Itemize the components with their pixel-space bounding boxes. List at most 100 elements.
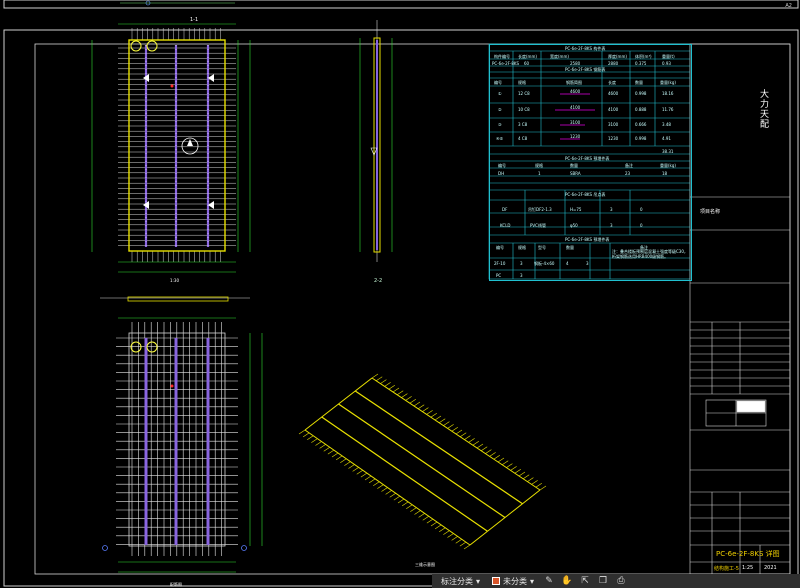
iso-rebar-tick — [388, 384, 395, 390]
top-strip-marks — [120, 0, 235, 6]
annotation-toolbar: 标注分类 ▾ 未分类 ▾ ✎ ✋ ⇱ ❐ ⎙ — [432, 574, 800, 588]
iso-rebar-tick — [527, 477, 534, 482]
iso-rebar-tick — [489, 452, 496, 457]
iso-rebar-tick — [455, 539, 462, 544]
t2-r2-c3: 4100 — [570, 105, 581, 110]
iso-rebar-tick — [455, 429, 463, 435]
print-icon[interactable]: ⎙ — [615, 575, 627, 587]
upper-dimension-lines — [91, 23, 251, 273]
iso-rebar-tick — [401, 393, 408, 398]
iso-rebar-tick — [493, 454, 500, 460]
iso-rebar-tick — [506, 463, 513, 468]
t2-r1-c4: 4600 — [608, 91, 619, 96]
sheet-top-strip — [3, 0, 799, 9]
iso-rebar-tick — [422, 407, 429, 412]
t2-title: PC-6e-2F-8KS 钢筋表 — [565, 67, 606, 72]
iso-rebar-tick — [439, 527, 446, 532]
t1-h5: 体积(m³) — [635, 54, 652, 59]
t4-r1-c2: 吊钉DF2-1.3 — [528, 207, 552, 212]
category-select[interactable]: 未分类 ▾ — [489, 574, 537, 588]
t1-r1: PC-6e-2F-8KS — [492, 61, 520, 66]
scale-value: 1:25 — [742, 565, 754, 571]
t2-r4-c6: 4.91 — [662, 136, 671, 141]
t2-r2-c4: 4100 — [608, 107, 619, 112]
hand-icon[interactable]: ✋ — [561, 575, 573, 587]
iso-rebar-tick — [430, 521, 438, 527]
iso-rebar-tick — [464, 435, 471, 440]
t3-r3: SBRA — [570, 171, 581, 176]
iso-rebar-tick — [523, 474, 530, 480]
t2-r4-c2: 4 C8 — [518, 136, 528, 141]
t2-h6: 重量(kg) — [660, 80, 676, 85]
t5-h1: 编号 — [496, 245, 504, 250]
iso-rebar-tick — [447, 533, 454, 538]
t5-r1-c1: 2F-10 — [494, 261, 506, 266]
iso-rebar-tick — [405, 396, 412, 401]
title-block-grid — [705, 399, 767, 427]
t3-r1: DH — [498, 171, 505, 176]
t2-r3-c6: 3.48 — [662, 122, 671, 127]
t2-r4-c4: 1230 — [608, 136, 619, 141]
t2-r3-c4: 3100 — [608, 122, 619, 127]
t3-title: PC-6e-2F-8KS 预埋件表 — [565, 156, 610, 161]
iso-rebar-tick — [459, 541, 467, 547]
t4-r2-c1: KCLD — [500, 223, 511, 228]
sheet-code: 结构施工-5 — [714, 566, 739, 572]
t2-r1-c1: ① — [498, 91, 502, 96]
iso-rebar-tick — [451, 426, 458, 432]
iso-rebar-tick — [485, 449, 492, 454]
iso-rebar-tick — [476, 443, 484, 449]
t1-r5: 0.375 — [635, 61, 647, 66]
t2-total: 38.31 — [662, 149, 674, 154]
t5-title: PC-6e-2F-8KS 预埋件表 — [565, 237, 610, 242]
window-icon[interactable]: ❐ — [597, 575, 609, 587]
t2-r3-c5: 0.666 — [635, 122, 647, 127]
t2-h3: 钢筋简图 — [566, 80, 582, 85]
t3-h3: 数量 — [570, 163, 578, 168]
red-embed-point — [170, 84, 174, 88]
t5-r2-c2: 3 — [520, 273, 523, 278]
export-icon[interactable]: ⇱ — [579, 575, 591, 587]
iso-rebar-tick — [302, 432, 310, 438]
iso-rebar-tick — [460, 432, 467, 438]
orientation-arrow-symbol — [181, 137, 199, 155]
iso-rebar-tick — [335, 455, 343, 461]
iso-rebar-tick — [531, 480, 538, 485]
iso-rebar-tick — [331, 452, 339, 458]
iso-rebar-tick — [468, 438, 475, 443]
t1-h3: 宽度(mm) — [550, 54, 569, 59]
iso-rebar-tick — [451, 536, 458, 541]
t5-h2: 规格 — [518, 245, 526, 250]
lifting-hook-symbols — [130, 40, 158, 52]
iso-truss — [321, 416, 488, 532]
t1-h4: 厚度(mm) — [608, 54, 627, 59]
t4-r1-c1: DF — [502, 207, 508, 212]
iso-rebar-tick — [472, 440, 479, 446]
iso-rebar-tick — [418, 404, 425, 410]
section-column — [359, 20, 393, 262]
iso-rebar-tick — [443, 530, 450, 535]
annotation-category-button[interactable]: 标注分类 ▾ — [438, 574, 483, 588]
iso-rebar-tick — [426, 410, 433, 415]
t2-r3-c1: ③ — [498, 122, 502, 127]
drawing-title: PC-6e-2F-8KS 详图 — [716, 550, 780, 558]
t2-r2-c2: 10 C8 — [518, 107, 530, 112]
iso-rebar-tick — [356, 470, 363, 475]
iso-rebar-tick — [434, 524, 442, 530]
iso-rebar-tick — [481, 446, 488, 452]
t2-h2: 规格 — [518, 80, 526, 85]
iso-rebar-tick — [414, 510, 421, 515]
scale-note: 1:30 — [170, 278, 179, 283]
iso-rebar-tick — [344, 461, 351, 466]
category-label: 未分类 — [503, 576, 528, 586]
iso-rebar-tick — [539, 485, 547, 491]
schedule-title: PC-6e-2F-8KS 构件表 — [565, 46, 606, 51]
lower-lifting-hooks — [130, 341, 158, 353]
iso-slab — [298, 373, 547, 550]
iso-rebar-tick — [381, 487, 388, 492]
iso-rebar-tick — [376, 376, 383, 382]
iso-rebar-tick — [352, 467, 359, 472]
t2-r3-c2: 3 C8 — [518, 122, 528, 127]
pen-icon[interactable]: ✎ — [543, 575, 555, 587]
t3-r2: 1 — [538, 171, 541, 176]
